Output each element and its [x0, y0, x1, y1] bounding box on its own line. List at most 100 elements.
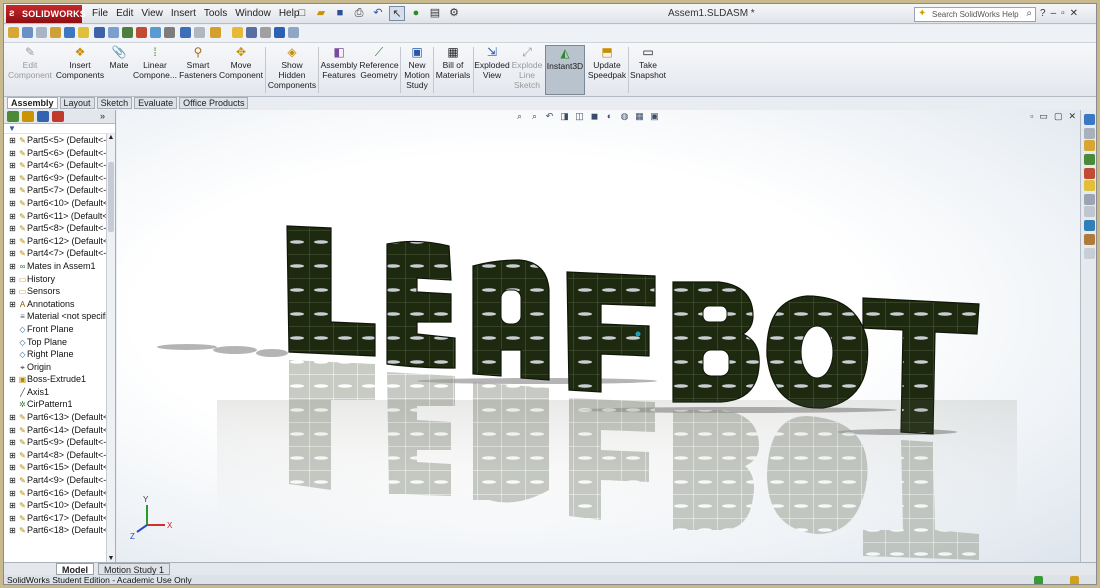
tree-item[interactable]: ⊞ ✎Part6<15> (Default< — [4, 461, 115, 474]
tree-item[interactable]: ⊞ ✎Part4<7> (Default<- — [4, 247, 115, 260]
recent-documents-icon[interactable] — [1084, 234, 1095, 245]
toolbar-icon[interactable] — [64, 27, 75, 38]
tab-office-products[interactable]: Office Products — [179, 97, 249, 109]
scroll-up-icon[interactable]: ▲ — [107, 134, 115, 141]
print-icon[interactable]: ⎙ — [351, 6, 367, 21]
tree-item[interactable]: ⊞ ✎Part6<12> (Default< — [4, 235, 115, 248]
help-icon[interactable]: ? — [1040, 4, 1046, 24]
tree-item[interactable]: ⊞ ✎Part6<11> (Default< — [4, 210, 115, 223]
tree-item[interactable]: ⊞ ✎Part5<7> (Default<- — [4, 184, 115, 197]
menu-insert[interactable]: Insert — [167, 4, 200, 24]
forum-icon[interactable] — [1084, 248, 1095, 259]
design-library-icon[interactable] — [1084, 128, 1095, 139]
edit-component-button[interactable]: ✎ Edit Component — [6, 45, 54, 95]
toolbar-icon[interactable] — [150, 27, 161, 38]
tree-item[interactable]: ⊞ ✎Part6<17> (Default< — [4, 512, 115, 525]
toolbar-icon[interactable] — [122, 27, 133, 38]
assembly-model[interactable]: Y X Z — [117, 110, 1080, 562]
insert-components-button[interactable]: ❖ Insert Components — [54, 45, 106, 95]
view-palette-icon[interactable] — [1084, 168, 1095, 179]
tree-item[interactable]: ⊞ ▣Boss-Extrude1 — [4, 373, 115, 386]
tree-item[interactable]: ⊞ ✎Part5<10> (Default< — [4, 499, 115, 512]
bill-of-materials-button[interactable]: ▦ Bill of Materials — [434, 45, 472, 95]
scroll-down-icon[interactable]: ▼ — [107, 555, 115, 562]
assembly-features-button[interactable]: ◧ Assembly Features — [319, 45, 359, 95]
rebuild-icon[interactable]: ● — [408, 6, 424, 21]
collapse-panel-icon[interactable]: » — [100, 111, 112, 122]
toolbar-icon[interactable] — [260, 27, 271, 38]
tree-item[interactable]: ⊞ ∞ Mates in Assem1 — [4, 260, 115, 273]
tree-item[interactable]: ⊞ ✎Part6<9> (Default<- — [4, 172, 115, 185]
tab-motion-study-1[interactable]: Motion Study 1 — [98, 563, 171, 575]
tree-item[interactable]: ⊞ ✎Part5<9> (Default<- — [4, 436, 115, 449]
toolbox-icon[interactable] — [1084, 206, 1095, 217]
show-hidden-components-button[interactable]: ◈ Show Hidden Components — [267, 45, 317, 95]
status-units-icon[interactable] — [1070, 576, 1079, 584]
tree-item[interactable]: ⊞ ✎Part4<6> (Default<- — [4, 159, 115, 172]
toolbar-icon[interactable] — [180, 27, 191, 38]
toolbar-icon[interactable] — [78, 27, 89, 38]
tree-item[interactable]: ⊞ ▭History — [4, 273, 115, 286]
tree-item[interactable]: ⊞ ✎Part6<16> (Default< — [4, 487, 115, 500]
tab-assembly[interactable]: Assembly — [7, 97, 58, 109]
tree-item[interactable]: ⌖ Origin — [4, 361, 115, 374]
instant3d-button[interactable]: ◭ Instant3D — [545, 45, 585, 95]
toolbar-icon[interactable] — [288, 27, 299, 38]
toolbar-icon[interactable] — [94, 27, 105, 38]
menu-file[interactable]: File — [88, 4, 112, 24]
tree-item[interactable]: ⊞ ✎Part6<14> (Default< — [4, 424, 115, 437]
toolbar-icon[interactable] — [50, 27, 61, 38]
tree-item[interactable]: ≡ Material <not specifi — [4, 310, 115, 323]
tree-item[interactable]: ⊞ ✎Part6<10> (Default< — [4, 197, 115, 210]
menu-window[interactable]: Window — [231, 4, 275, 24]
search-icon[interactable]: ⌕ — [1026, 7, 1032, 20]
custom-properties-icon[interactable] — [1084, 194, 1095, 205]
minimize-icon[interactable]: – — [1051, 4, 1057, 24]
tree-item[interactable]: ⊞ ✎Part5<6> (Default<- — [4, 147, 115, 160]
scroll-thumb[interactable] — [108, 162, 114, 232]
tab-layout[interactable]: Layout — [59, 97, 95, 109]
options-icon[interactable]: ⚙ — [446, 6, 462, 21]
solidworks-logo[interactable]: ƨ SOLIDWORKS — [6, 5, 86, 23]
toolbar-icon[interactable] — [274, 27, 285, 38]
toolbar-icon[interactable] — [194, 27, 205, 38]
reference-geometry-button[interactable]: ⟋ Reference Geometry — [359, 45, 399, 95]
toolbar-icon[interactable] — [108, 27, 119, 38]
tree-item[interactable]: ⊞ A Annotations — [4, 298, 115, 311]
toolbar-icon[interactable] — [136, 27, 147, 38]
expand-icon[interactable]: ⊞ — [7, 525, 18, 538]
take-snapshot-button[interactable]: ▭ Take Snapshot — [629, 45, 667, 95]
tree-item[interactable]: ⊞ ✎Part6<18> (Default< — [4, 524, 115, 537]
mate-button[interactable]: 📎 Mate — [106, 45, 132, 95]
file-explorer-icon[interactable] — [1084, 140, 1095, 151]
new-motion-study-button[interactable]: ▣ New Motion Study — [401, 45, 433, 95]
restore-icon[interactable]: ▫ — [1061, 4, 1065, 24]
tree-item[interactable]: ⊞ ✎Part5<8> (Default<- — [4, 222, 115, 235]
tree-item[interactable]: ◇Right Plane — [4, 348, 115, 361]
tree-filter-icon[interactable]: ▼ — [4, 124, 115, 134]
tab-evaluate[interactable]: Evaluate — [134, 97, 178, 109]
save-icon[interactable]: ■ — [332, 6, 348, 21]
tree-item[interactable]: ⊞ ✎Part6<13> (Default< — [4, 411, 115, 424]
toolbar-icon[interactable] — [164, 27, 175, 38]
toolbar-icon[interactable] — [36, 27, 47, 38]
tree-item[interactable]: ◇Front Plane — [4, 323, 115, 336]
tree-item[interactable]: ⊞ ✎Part4<9> (Default<- — [4, 474, 115, 487]
undo-icon[interactable]: ↶ — [370, 6, 386, 21]
new-document-icon[interactable]: □ — [294, 6, 310, 21]
update-speedpak-button[interactable]: ⬒ Update Speedpak — [587, 45, 627, 95]
explode-line-sketch-button[interactable]: ⤢ Explode Line Sketch — [510, 45, 544, 95]
feature-tree-tab-icon[interactable] — [7, 111, 19, 122]
tab-sketch[interactable]: Sketch — [96, 97, 133, 109]
select-icon[interactable]: ↖ — [389, 6, 405, 21]
status-rebuild-icon[interactable] — [1034, 576, 1043, 584]
tab-model[interactable]: Model — [56, 563, 94, 575]
toolbar-icon[interactable] — [22, 27, 33, 38]
tree-item[interactable]: ◇Top Plane — [4, 336, 115, 349]
tree-item[interactable]: ╱ Axis1 — [4, 386, 115, 399]
tree-item[interactable]: ⊞ ▭Sensors — [4, 285, 115, 298]
toolbar-icon[interactable] — [210, 27, 221, 38]
display-manager-tab-icon[interactable] — [52, 111, 64, 122]
property-manager-tab-icon[interactable] — [22, 111, 34, 122]
scene-icon[interactable] — [1084, 220, 1095, 231]
